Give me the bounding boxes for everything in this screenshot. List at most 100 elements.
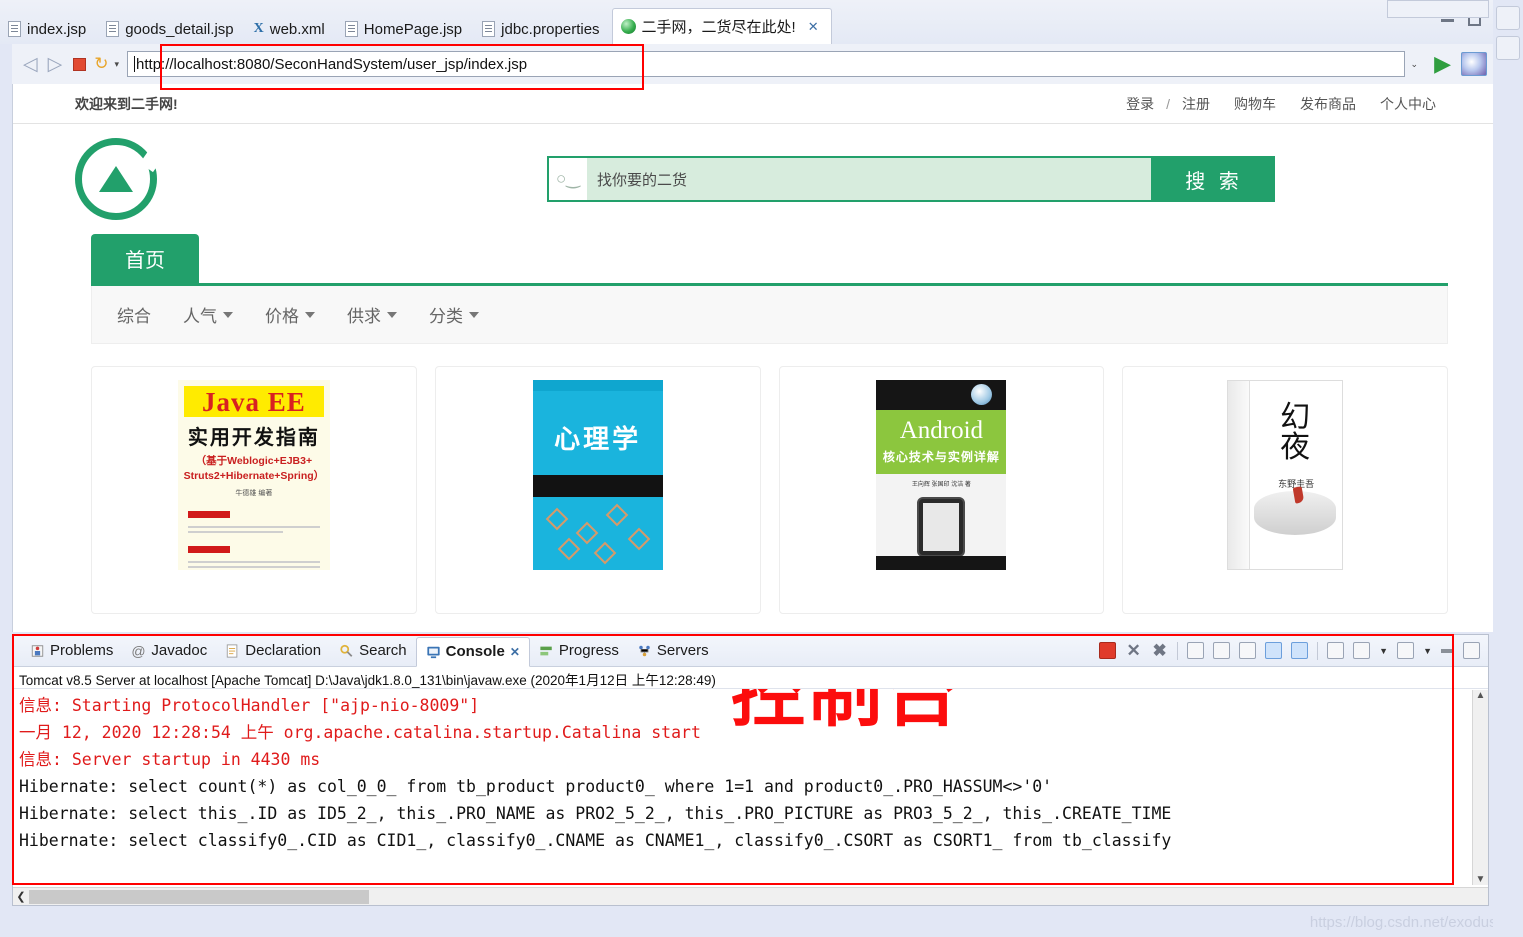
- remove-all-terminated-button[interactable]: ✖: [1151, 642, 1168, 659]
- book-title: Java EE: [184, 386, 324, 417]
- scroll-down-icon[interactable]: ▼: [1473, 874, 1488, 885]
- open-external-browser-icon[interactable]: [1461, 52, 1487, 76]
- cover-header: [876, 380, 1006, 410]
- go-button[interactable]: ▶: [1434, 53, 1451, 75]
- cover-line: [188, 526, 320, 528]
- toolbar-divider: [1177, 642, 1178, 660]
- recycle-logo[interactable]: [75, 138, 157, 220]
- filter-supply-demand[interactable]: 供求: [347, 302, 397, 327]
- terminate-button[interactable]: [1099, 642, 1116, 659]
- remove-launch-button[interactable]: ✕: [1125, 642, 1142, 659]
- scroll-up-icon[interactable]: ▲: [1473, 690, 1488, 701]
- cart-link[interactable]: 购物车: [1234, 94, 1276, 114]
- tab-search[interactable]: Search: [330, 637, 416, 665]
- tab-declaration[interactable]: Declaration: [216, 637, 330, 665]
- profile-link[interactable]: 个人中心: [1380, 94, 1436, 114]
- jsp-file-icon: [106, 21, 119, 37]
- show-console-on-output-button[interactable]: [1265, 642, 1282, 659]
- console-icon: [426, 645, 441, 659]
- console-log-line: Hibernate: select classify0_.CID as CID1…: [19, 827, 1488, 854]
- cover-block: [188, 540, 320, 570]
- scrollbar-thumb[interactable]: [29, 890, 369, 904]
- back-icon[interactable]: ◁: [23, 53, 38, 76]
- filter-price[interactable]: 价格: [265, 302, 315, 327]
- filter-label: 综合: [117, 302, 151, 327]
- tab-home[interactable]: 首页: [91, 234, 199, 283]
- tab-label: Progress: [559, 642, 619, 659]
- open-console-button[interactable]: [1397, 642, 1414, 659]
- filter-category[interactable]: 分类: [429, 302, 479, 327]
- tab-javadoc[interactable]: @ Javadoc: [122, 637, 216, 665]
- word-wrap-button[interactable]: [1239, 642, 1256, 659]
- separator: /: [1166, 96, 1170, 112]
- product-card[interactable]: Android 核心技术与实例详解 王向辉 张国印 沈洁 著: [779, 366, 1105, 614]
- editor-tab-web-xml[interactable]: X web.xml: [246, 14, 337, 44]
- editor-tab-browser[interactable]: 二手网，二货尽在此处! ✕: [612, 8, 832, 44]
- close-icon[interactable]: ✕: [808, 19, 819, 35]
- url-input[interactable]: http://localhost:8080/SeconHandSystem/us…: [127, 51, 1405, 77]
- product-card[interactable]: Java EE 实用开发指南 （基于Weblogic+EJB3+ Struts2…: [91, 366, 417, 614]
- pattern-dot: [593, 542, 616, 565]
- product-card[interactable]: 心理学: [435, 366, 761, 614]
- filter-bar: 综合 人气 价格 供求 分类: [91, 286, 1448, 344]
- cover-green-band: Android 核心技术与实例详解: [876, 410, 1006, 474]
- register-link[interactable]: 注册: [1182, 94, 1210, 114]
- pattern-dot: [557, 538, 580, 561]
- log-text: Hibernate: select this_.ID as ID5_2_, th…: [19, 804, 1171, 823]
- tab-label: Servers: [657, 642, 709, 659]
- editor-tab-label: goods_detail.jsp: [125, 21, 233, 38]
- screen-root: index.jsp goods_detail.jsp X web.xml Hom…: [0, 0, 1523, 937]
- search-input[interactable]: ○‿ 找你要的二货: [547, 156, 1153, 202]
- nav-tabs: 首页: [91, 234, 1448, 286]
- scroll-lock-button[interactable]: [1213, 642, 1230, 659]
- editor-tab-homepage-jsp[interactable]: HomePage.jsp: [337, 14, 474, 44]
- console-log-output[interactable]: 信息: Starting ProtocolHandler ["ajp-nio-8…: [13, 689, 1488, 885]
- minimize-view-button[interactable]: [1441, 649, 1454, 653]
- display-selected-console-dropdown[interactable]: ▼: [1379, 646, 1388, 656]
- tab-problems[interactable]: Problems: [21, 637, 122, 665]
- editor-tab-goods-detail-jsp[interactable]: goods_detail.jsp: [98, 14, 245, 44]
- refresh-icon[interactable]: ↻: [94, 54, 108, 74]
- tab-console[interactable]: Console ✕: [416, 637, 530, 667]
- close-icon[interactable]: ✕: [510, 645, 520, 659]
- toolbar-divider: [1317, 642, 1318, 660]
- tab-label: Declaration: [245, 642, 321, 659]
- scroll-left-icon[interactable]: ❮: [13, 890, 29, 903]
- web-page: 欢迎来到二手网! 登录 / 注册 购物车 发布商品 个人中心 ○‿ 找你要的二货…: [12, 84, 1493, 632]
- search-button[interactable]: 搜 索: [1153, 156, 1275, 202]
- pin-console-button[interactable]: [1327, 642, 1344, 659]
- console-log-line: Hibernate: select count(*) as col_0_0_ f…: [19, 773, 1488, 800]
- cover-line: [188, 566, 320, 568]
- huanye-book-cover: 幻夜 东野圭吾: [1227, 380, 1343, 570]
- editor-tab-index-jsp[interactable]: index.jsp: [0, 14, 98, 44]
- console-vertical-scrollbar[interactable]: ▲ ▼: [1472, 690, 1488, 885]
- publish-product-link[interactable]: 发布商品: [1300, 94, 1356, 114]
- filter-comprehensive[interactable]: 综合: [117, 302, 151, 327]
- login-link[interactable]: 登录: [1126, 94, 1154, 114]
- fast-view-button[interactable]: [1496, 6, 1520, 30]
- console-log-line: 信息: Server startup in 4430 ms: [19, 746, 1488, 773]
- outline-view-button[interactable]: [1496, 36, 1520, 60]
- console-horizontal-scrollbar[interactable]: ❮: [13, 887, 1488, 905]
- filter-popularity[interactable]: 人气: [183, 302, 233, 327]
- forward-icon[interactable]: ▷: [48, 53, 63, 76]
- maximize-view-button[interactable]: [1463, 642, 1480, 659]
- product-grid: Java EE 实用开发指南 （基于Weblogic+EJB3+ Struts2…: [13, 344, 1493, 614]
- product-card[interactable]: 幻夜 东野圭吾: [1122, 366, 1448, 614]
- minimize-icon[interactable]: [1441, 19, 1454, 22]
- url-dropdown-icon[interactable]: ⌄: [1405, 59, 1425, 70]
- progress-icon: [539, 644, 554, 658]
- clear-console-button[interactable]: [1187, 642, 1204, 659]
- open-console-dropdown[interactable]: ▼: [1423, 646, 1432, 656]
- log-text: Hibernate: select classify0_.CID as CID1…: [19, 831, 1171, 850]
- jsp-file-icon: [8, 21, 21, 37]
- chevron-down-icon[interactable]: ▾: [115, 59, 120, 70]
- display-selected-console-button[interactable]: [1353, 642, 1370, 659]
- editor-tab-jdbc-properties[interactable]: jdbc.properties: [474, 14, 611, 44]
- stop-icon[interactable]: [73, 58, 86, 71]
- tab-servers[interactable]: Servers: [628, 637, 718, 665]
- book-subtitle: 核心技术与实例详解: [876, 448, 1006, 465]
- text-caret: [134, 56, 135, 72]
- tab-progress[interactable]: Progress: [530, 637, 628, 665]
- show-console-on-error-button[interactable]: [1291, 642, 1308, 659]
